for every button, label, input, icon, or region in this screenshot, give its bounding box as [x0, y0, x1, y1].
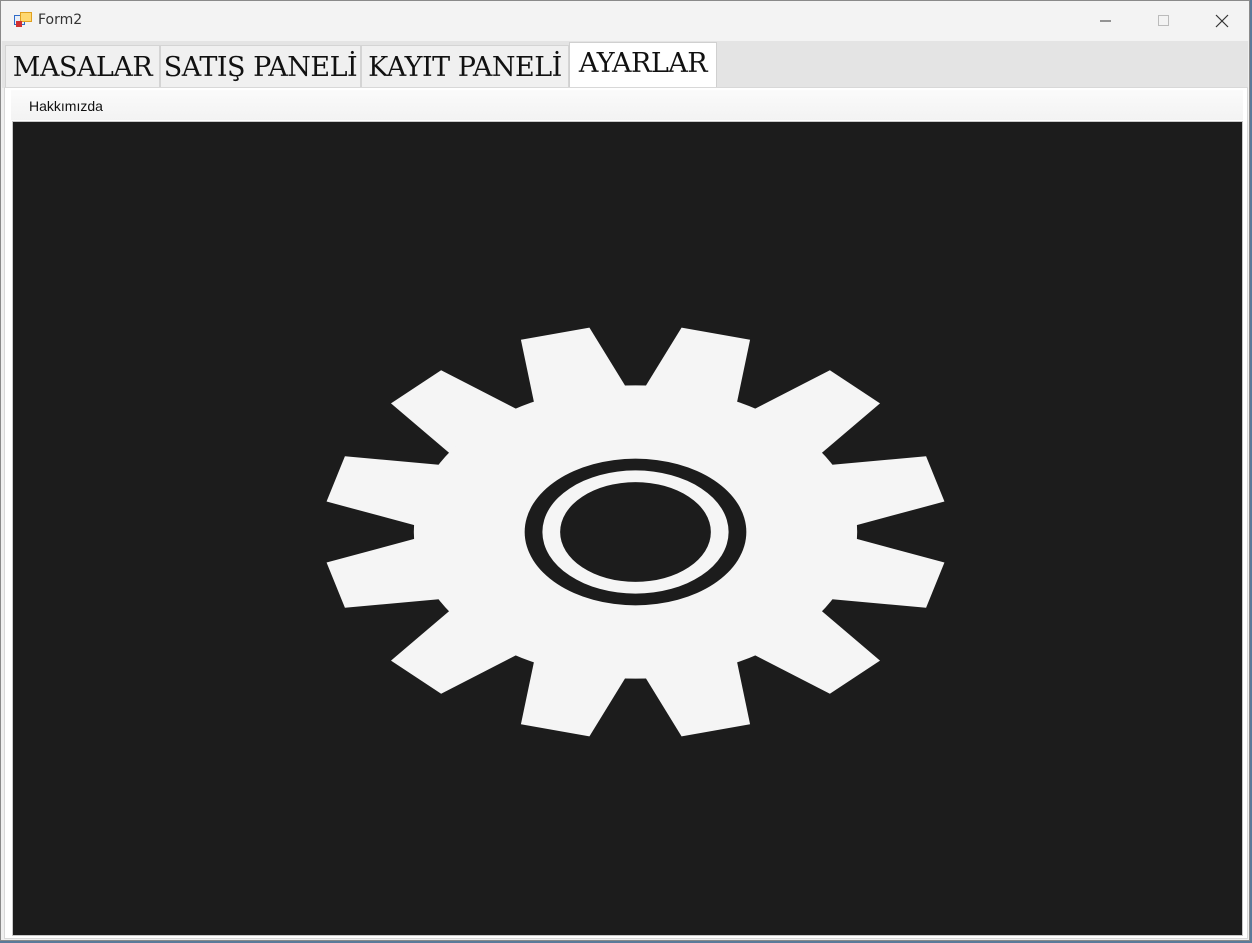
- minimize-icon: [1100, 20, 1111, 22]
- app-window: Form2 MASALAR SATIŞ PANELİ KAYIT PANELİ …: [0, 0, 1250, 941]
- maximize-button[interactable]: [1135, 1, 1193, 41]
- close-icon: [1215, 14, 1229, 28]
- minimize-button[interactable]: [1077, 1, 1135, 41]
- gear-icon: [326, 327, 945, 737]
- app-icon: [14, 12, 32, 27]
- window-title: Form2: [38, 12, 83, 28]
- settings-picture: [12, 121, 1243, 936]
- menu-bar: Hakkımızda: [11, 90, 1243, 120]
- tab-masalar[interactable]: MASALAR: [5, 45, 160, 88]
- title-bar[interactable]: Form2: [1, 1, 1249, 41]
- menu-item-hakkimizda[interactable]: Hakkımızda: [29, 98, 103, 114]
- tab-page-ayarlar: Hakkımızda: [4, 87, 1248, 939]
- tab-satis-paneli[interactable]: SATIŞ PANELİ: [160, 45, 361, 88]
- tab-kayit-paneli[interactable]: KAYIT PANELİ: [361, 45, 569, 88]
- close-button[interactable]: [1193, 1, 1251, 41]
- maximize-icon: [1158, 15, 1169, 26]
- tab-ayarlar[interactable]: AYARLAR: [569, 42, 717, 88]
